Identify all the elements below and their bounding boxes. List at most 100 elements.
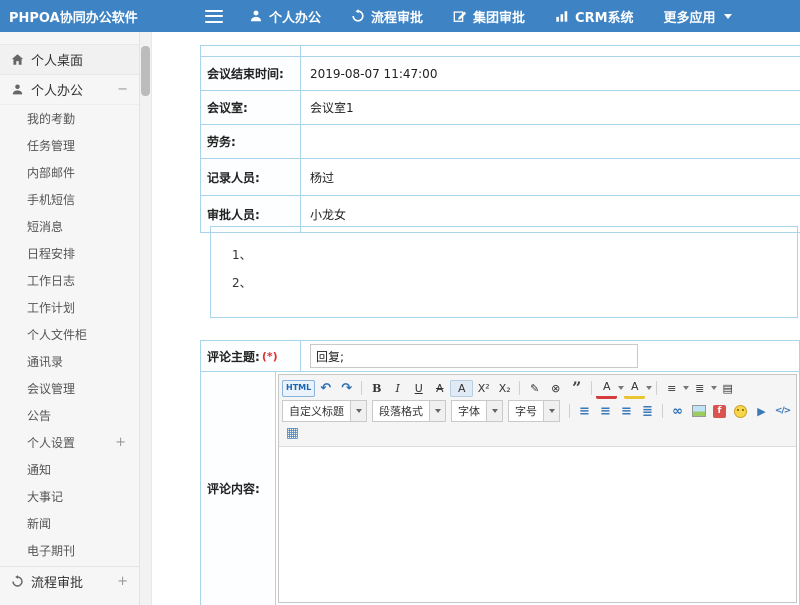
sidebar-section-workflow-approval[interactable]: 流程审批 + xyxy=(0,566,139,596)
field-label: 劳务: xyxy=(201,125,301,158)
sidebar-item-file-cabinet[interactable]: 个人文件柜 xyxy=(0,321,139,348)
new-document-button[interactable]: ▤ xyxy=(717,379,738,397)
format-painter-button[interactable]: ✎ xyxy=(524,379,545,397)
remove-format-button[interactable]: ⊗ xyxy=(545,379,566,397)
subscript-button[interactable]: X₂ xyxy=(494,379,515,397)
undo-button[interactable]: ↶ xyxy=(315,379,336,397)
sidebar-item-short-message[interactable]: 短消息 xyxy=(0,213,139,240)
align-right-button[interactable]: ≡ xyxy=(616,402,637,420)
scrollbar-thumb[interactable] xyxy=(141,46,150,96)
unordered-list-button[interactable]: ≣ xyxy=(689,379,710,397)
nav-label: 个人办公 xyxy=(269,7,321,26)
dropdown-value: 字号 xyxy=(509,403,543,419)
underline-button[interactable]: U xyxy=(408,379,429,397)
sidebar-item-e-journal[interactable]: 电子期刊 xyxy=(0,537,139,564)
font-family-dropdown[interactable]: 字体 xyxy=(451,400,503,422)
sidebar-item-label: 工作计划 xyxy=(27,299,75,316)
nav-personal-office[interactable]: 个人办公 xyxy=(249,7,321,26)
sidebar-item-label: 短消息 xyxy=(27,218,63,235)
sidebar-item-news[interactable]: 新闻 xyxy=(0,510,139,537)
rich-text-editor: HTML ↶ ↷ B I U A A X² X₂ ✎ xyxy=(278,374,797,603)
sidebar-scrollbar[interactable] xyxy=(140,32,152,605)
toolbar-separator xyxy=(662,404,663,418)
editor-content-area[interactable] xyxy=(279,447,796,602)
sidebar-toggle-icon[interactable] xyxy=(205,10,223,23)
application-window: PHPOA协同办公软件 个人办公 流程审批 集团审批 xyxy=(0,0,800,605)
paragraph-format-dropdown[interactable]: 段落格式 xyxy=(372,400,446,422)
editor-toolbar-row-3: ▦ xyxy=(282,423,793,443)
edit-icon xyxy=(453,9,467,23)
sidebar-item-meeting-management[interactable]: 会议管理 xyxy=(0,375,139,402)
align-center-button[interactable]: ≡ xyxy=(595,402,616,420)
sidebar-item-personal-settings[interactable]: 个人设置 + xyxy=(0,429,139,456)
insert-link-button[interactable]: ∞ xyxy=(667,402,688,420)
table-row xyxy=(201,46,800,57)
nav-group-approval[interactable]: 集团审批 xyxy=(453,7,525,26)
sidebar-section-personal-office[interactable]: 个人办公 − xyxy=(0,75,139,105)
toolbar-separator xyxy=(656,381,657,395)
font-color-button[interactable]: A xyxy=(596,378,617,399)
dropdown-value: 字体 xyxy=(452,403,486,419)
sidebar-item-sms[interactable]: 手机短信 xyxy=(0,186,139,213)
topbar-nav: 个人办公 流程审批 集团审批 CRM系统 更多应用 xyxy=(249,7,732,26)
insert-flash-button[interactable]: f xyxy=(709,402,730,420)
table-row: 会议结束时间: 2019-08-07 11:47:00 xyxy=(201,57,800,91)
insert-image-button[interactable] xyxy=(688,402,709,420)
image-icon xyxy=(692,405,706,417)
comment-subject-input[interactable] xyxy=(310,344,638,368)
heading-style-dropdown[interactable]: 自定义标题 xyxy=(282,400,367,422)
sidebar-item-major-events[interactable]: 大事记 xyxy=(0,483,139,510)
insert-emoticon-button[interactable] xyxy=(730,402,751,420)
sidebar-item-attendance[interactable]: 我的考勤 xyxy=(0,105,139,132)
sidebar-item-label: 手机短信 xyxy=(27,191,75,208)
collapse-icon[interactable]: − xyxy=(117,83,128,96)
insert-code-button[interactable]: </> xyxy=(772,402,793,420)
expand-icon[interactable]: + xyxy=(115,436,126,449)
comment-editor-cell: HTML ↶ ↷ B I U A A X² X₂ ✎ xyxy=(276,372,799,605)
field-value xyxy=(301,46,800,56)
blockquote-button[interactable]: ” xyxy=(566,379,587,397)
editor-toolbar-row-1: HTML ↶ ↷ B I U A A X² X₂ ✎ xyxy=(282,377,793,399)
highlight-color-button[interactable]: A xyxy=(624,378,645,399)
sidebar-item-contacts[interactable]: 通讯录 xyxy=(0,348,139,375)
html-source-button[interactable]: HTML xyxy=(282,380,315,397)
chevron-down-icon xyxy=(486,401,502,421)
nav-label: 集团审批 xyxy=(473,7,525,26)
font-size-dropdown[interactable]: 字号 xyxy=(508,400,560,422)
bold-button[interactable]: B xyxy=(366,379,387,397)
sidebar-item-label: 新闻 xyxy=(27,515,51,532)
superscript-button[interactable]: X² xyxy=(473,379,494,397)
nav-crm-system[interactable]: CRM系统 xyxy=(555,7,634,26)
sidebar: 个人桌面 个人办公 − 我的考勤 任务管理 内部邮件 手机短信 短消息 日程安排… xyxy=(0,32,140,605)
table-row: 劳务: xyxy=(201,125,800,159)
sidebar-item-schedule[interactable]: 日程安排 xyxy=(0,240,139,267)
comment-content-row: 评论内容: HTML ↶ ↷ B I U A xyxy=(200,372,800,605)
sidebar-item-announcement[interactable]: 公告 xyxy=(0,402,139,429)
expand-icon[interactable]: + xyxy=(117,575,128,588)
sidebar-item-work-plan[interactable]: 工作计划 xyxy=(0,294,139,321)
field-label: 记录人员: xyxy=(201,159,301,195)
sidebar-item-label: 任务管理 xyxy=(27,137,75,154)
nav-workflow-approval[interactable]: 流程审批 xyxy=(351,7,423,26)
nav-more-apps[interactable]: 更多应用 xyxy=(664,7,732,26)
sidebar-item-personal-desktop[interactable]: 个人桌面 xyxy=(0,44,139,75)
content-line: 1、 xyxy=(232,241,797,269)
sidebar-item-label: 个人桌面 xyxy=(31,50,83,69)
italic-button[interactable]: I xyxy=(387,379,408,397)
redo-button[interactable]: ↷ xyxy=(336,379,357,397)
align-justify-button[interactable]: ≣ xyxy=(637,402,658,420)
dropdown-value: 自定义标题 xyxy=(283,403,350,419)
sidebar-item-label: 通讯录 xyxy=(27,353,63,370)
sidebar-item-notifications[interactable]: 通知 xyxy=(0,456,139,483)
strikethrough-button[interactable]: A xyxy=(429,379,450,397)
background-color-button[interactable]: A xyxy=(450,380,473,397)
sidebar-item-internal-mail[interactable]: 内部邮件 xyxy=(0,159,139,186)
sidebar-item-work-log[interactable]: 工作日志 xyxy=(0,267,139,294)
workflow-icon xyxy=(351,9,365,23)
ordered-list-button[interactable]: ≡ xyxy=(661,379,682,397)
highlight-color-dropdown-icon[interactable] xyxy=(646,386,652,390)
sidebar-item-tasks[interactable]: 任务管理 xyxy=(0,132,139,159)
align-left-button[interactable]: ≡ xyxy=(574,402,595,420)
insert-media-button[interactable]: ▶ xyxy=(751,402,772,420)
insert-table-button[interactable]: ▦ xyxy=(282,424,303,442)
